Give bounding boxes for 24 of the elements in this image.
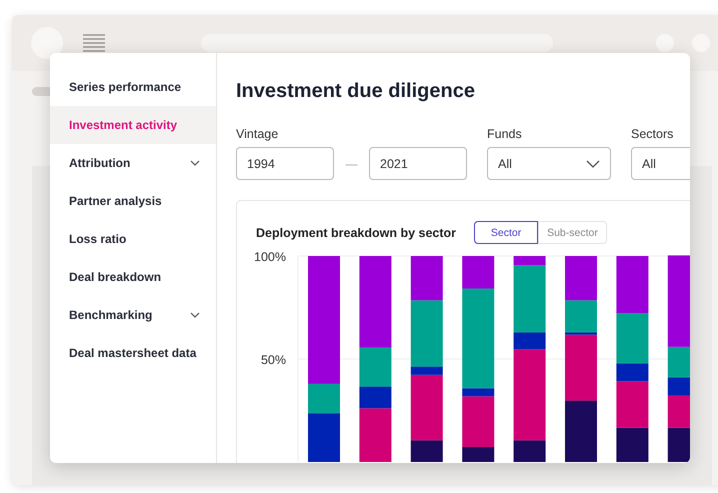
- chart-title: Deployment breakdown by sector: [256, 226, 456, 240]
- sidebar-item[interactable]: Series performance: [50, 68, 216, 106]
- sidebar-item[interactable]: Attribution: [50, 144, 216, 182]
- toggle-button[interactable]: Sector: [474, 221, 538, 244]
- axis-tick-label: 50%: [260, 353, 286, 367]
- sidebar-item[interactable]: Investment activity: [50, 106, 216, 144]
- dropdown-field[interactable]: All: [631, 147, 690, 180]
- dropdown-field[interactable]: All: [487, 147, 611, 180]
- sidebar-item[interactable]: Loss ratio: [50, 220, 216, 258]
- axis-tick-label: 100%: [254, 250, 286, 264]
- chevron-icon: [586, 160, 600, 168]
- menu-icon[interactable]: [83, 34, 105, 52]
- input-field[interactable]: 2021: [369, 147, 467, 180]
- sidebar-item[interactable]: Deal mastersheet data: [50, 334, 216, 372]
- sidebar-item[interactable]: Benchmarking: [50, 296, 216, 334]
- sidebar-item[interactable]: Partner analysis: [50, 182, 216, 220]
- toggle-button[interactable]: Sub-sector: [538, 221, 607, 244]
- filter-label: Vintage: [236, 127, 280, 141]
- range-separator: —: [344, 156, 358, 170]
- sidebar-item[interactable]: Deal breakdown: [50, 258, 216, 296]
- filter-label: Sectors: [631, 127, 674, 141]
- filter-label: Funds: [487, 127, 523, 141]
- input-field[interactable]: 1994: [236, 147, 334, 180]
- page-title: Investment due diligence: [236, 79, 476, 103]
